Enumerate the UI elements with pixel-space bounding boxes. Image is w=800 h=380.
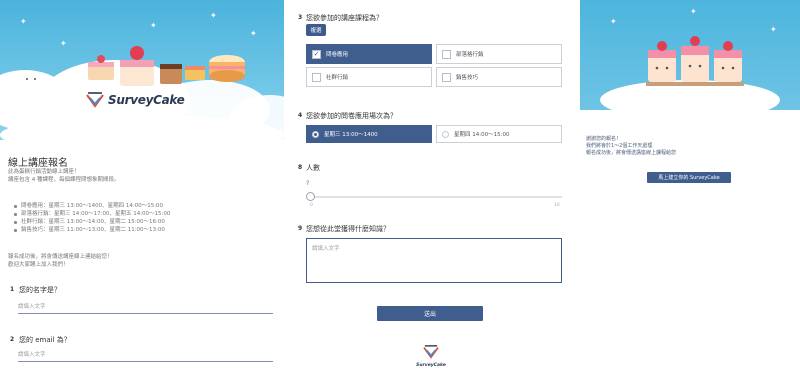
form-questions-panel: 3 您欲參加的講座課程為？ 複選 ✓ 問卷應用 部落格行銷 社群行銷 銷售技巧 … — [290, 0, 580, 380]
form-title: 線上講座報名 — [8, 158, 68, 169]
checkbox-icon[interactable] — [312, 72, 321, 82]
question-knowledge-label: 您想從此堂獲得什麼知識？ — [306, 225, 390, 233]
thank-you-panel: ✦ ✦ ✦ 謝謝您的報名！ 我們將會於1～2個工作天處理 報名成功後，將會傳送講… — [580, 0, 800, 380]
outro-text: 報名成功後，將會傳送講座線上連結給您！ 歡迎大家踴上加入我們！ — [8, 253, 278, 269]
headcount-slider-track[interactable] — [310, 196, 562, 198]
hero-banner: ✦ ✦ ✦ ✦ ✦ SurveyCake — [0, 0, 284, 140]
cloud-character-icon — [19, 71, 43, 87]
surveycake-logo: SurveyCake — [86, 86, 190, 114]
brand-name: SurveyCake — [108, 93, 185, 107]
schedule-item: 社群行銷：星期三 13:00～14:00、星期二 15:00～16:00 — [14, 218, 284, 226]
schedule-item: 問卷應用：星期三 13:00～1400、星期四 14:00～15:00 — [14, 202, 284, 210]
checkbox-checked-icon[interactable]: ✓ — [312, 49, 321, 59]
course-option[interactable]: 部落格行銷 — [436, 44, 562, 64]
surveycake-logo-icon — [423, 345, 439, 359]
message-line: 謝謝您的報名！ — [586, 136, 622, 142]
checkbox-icon[interactable] — [442, 49, 451, 59]
sparkle-icon: ✦ — [690, 7, 697, 16]
message-line: 報名成功後，將會傳送講座線上課程給您 — [586, 150, 677, 156]
submit-button[interactable]: 送出 — [377, 306, 483, 321]
dessert-illustration-icon — [209, 55, 245, 82]
slider-max-label: 10 — [554, 203, 560, 208]
sparkle-icon: ✦ — [770, 25, 777, 34]
schedule-item: 部落格行銷：星期三 14:00～17:00、星期五 14:00～15:00 — [14, 210, 284, 218]
question-course-label: 您欲參加的講座課程為？ — [306, 14, 383, 22]
option-label: 銷售技巧 — [456, 75, 479, 81]
outro-line: 報名成功後，將會傳送講座線上連結給您！ — [8, 254, 113, 260]
option-label: 星期四 14:00～15:00 — [454, 132, 510, 138]
sparkle-icon: ✦ — [150, 21, 157, 30]
intro-line: 此為蛋糕行銷活動線上講座！ — [8, 169, 80, 175]
slider-value: ? — [306, 180, 310, 187]
question-session-label: 您欲參加的問卷應用場次為？ — [306, 112, 397, 120]
schedule-item: 銷售技巧：星期三 11:00～13:00、星期二 11:00～13:00 — [14, 226, 284, 234]
sparkle-icon: ✦ — [60, 39, 67, 48]
thank-you-message: 謝謝您的報名！ 我們將會於1～2個工作天處理 報名成功後，將會傳送講座線上課程給… — [586, 136, 796, 157]
option-label: 星期三 13:00～1400 — [324, 132, 378, 138]
option-label: 問卷應用 — [326, 52, 349, 58]
course-option[interactable]: 銷售技巧 — [436, 67, 562, 87]
question-number: 9 — [298, 225, 303, 232]
thank-you-banner: ✦ ✦ ✦ — [580, 0, 800, 110]
outro-line: 歡迎大家踴上加入我們！ — [8, 262, 69, 268]
footer-brand: SurveyCake — [416, 363, 446, 368]
sparkle-icon: ✦ — [210, 11, 217, 20]
sparkle-icon: ✦ — [250, 29, 257, 38]
question-email-label: 您的 email 為？ — [19, 336, 71, 344]
multi-select-badge: 複選 — [306, 24, 326, 36]
course-option[interactable]: 社群行銷 — [306, 67, 432, 87]
name-input[interactable] — [18, 303, 273, 314]
knowledge-textarea[interactable] — [306, 238, 562, 283]
option-label: 部落格行銷 — [456, 52, 484, 58]
intro-text: 此為蛋糕行銷活動線上講座！ 講座包含 4 種課程，每個課程問想象期間段。 — [8, 168, 278, 184]
question-headcount-label: 人數 — [306, 164, 320, 172]
course-option[interactable]: ✓ 問卷應用 — [306, 44, 432, 64]
question-number: 1 — [10, 286, 15, 293]
surveycake-logo-icon — [86, 92, 104, 108]
headcount-slider-handle[interactable] — [305, 192, 315, 201]
message-line: 我們將會於1～2個工作天處理 — [586, 143, 653, 149]
sparkle-icon: ✦ — [610, 17, 617, 26]
registration-form-panel: ✦ ✦ ✦ ✦ ✦ SurveyCake 線上講座報名 此為蛋糕行銷活動線上講座… — [0, 0, 284, 380]
question-number: 8 — [298, 164, 303, 171]
sparkle-icon: ✦ — [20, 17, 27, 26]
question-number: 4 — [298, 112, 303, 119]
radio-selected-icon[interactable] — [312, 130, 319, 138]
slider-min-label: 0 — [310, 203, 313, 208]
cake-characters-icon — [646, 36, 744, 86]
intro-line: 講座包含 4 種課程，每個課程問想象期間段。 — [8, 177, 120, 183]
option-label: 社群行銷 — [326, 75, 349, 81]
footer-logo: SurveyCake — [416, 344, 446, 372]
question-number: 3 — [298, 14, 303, 21]
session-option[interactable]: 星期三 13:00～1400 — [306, 125, 432, 143]
question-number: 2 — [10, 336, 15, 343]
schedule-list: 問卷應用：星期三 13:00～1400、星期四 14:00～15:00 部落格行… — [14, 202, 284, 234]
question-name-label: 您的名字是？ — [19, 286, 61, 294]
create-survey-button[interactable]: 馬上建立你的 SurveyCake — [647, 172, 731, 183]
radio-icon[interactable] — [442, 130, 449, 138]
email-input[interactable] — [18, 351, 273, 362]
session-option[interactable]: 星期四 14:00～15:00 — [436, 125, 562, 143]
checkbox-icon[interactable] — [442, 72, 451, 82]
